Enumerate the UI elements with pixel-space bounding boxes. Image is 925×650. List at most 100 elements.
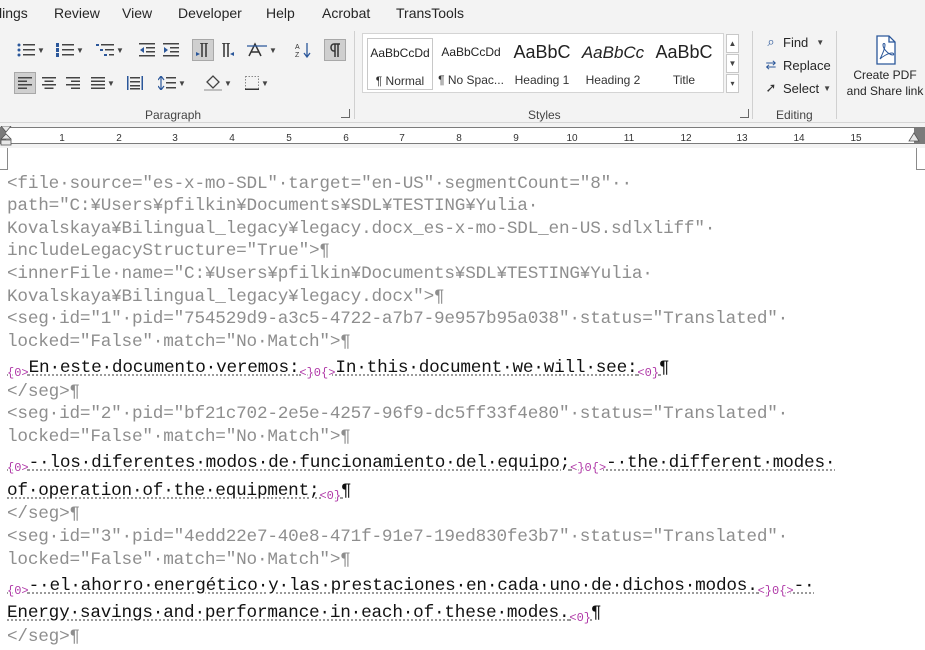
indent-marker-icon[interactable] xyxy=(0,126,12,146)
create-pdf-button[interactable]: Create PDF and Share link xyxy=(842,35,925,101)
align-right-button[interactable] xyxy=(62,72,84,94)
ruler-number: 9 xyxy=(513,133,519,144)
doc-line: locked="False"·match="No·Match">¶ xyxy=(7,550,351,570)
style-name: ¶ No Spac... xyxy=(438,73,504,87)
select-button[interactable]: ➚ Select ▼ xyxy=(762,78,832,98)
chevron-down-icon: ▼ xyxy=(116,45,124,55)
tag-mid: <}0{> xyxy=(299,366,336,380)
create-pdf-label-2: and Share link xyxy=(846,84,924,98)
paragraph-group-label: Paragraph xyxy=(145,108,202,122)
paragraph-dialog-launcher-icon[interactable] xyxy=(341,109,350,118)
borders-button[interactable]: ▼ xyxy=(240,72,274,94)
decrease-indent-button[interactable] xyxy=(136,39,158,61)
tab-review[interactable]: Review xyxy=(54,5,100,21)
replace-button[interactable]: ⇄ Replace xyxy=(762,55,831,75)
ruler-number: 4 xyxy=(229,133,235,144)
tab-mailings[interactable]: lings xyxy=(0,5,28,21)
shading-button[interactable]: ▼ xyxy=(200,72,236,94)
doc-line: </seg>¶ xyxy=(7,382,80,402)
tab-help[interactable]: Help xyxy=(266,5,295,21)
line-spacing-icon xyxy=(158,76,177,90)
ruler-number: 3 xyxy=(172,133,178,144)
chevron-down-icon: ▼ xyxy=(269,45,277,55)
style-preview: AaBbCc xyxy=(581,43,645,62)
align-left-button[interactable] xyxy=(14,72,36,94)
chevron-down-icon: ▼ xyxy=(76,45,84,55)
segment-text-line: {0>-·el·ahorro·energético·y·las·prestaci… xyxy=(7,575,815,602)
tab-developer[interactable]: Developer xyxy=(178,5,242,21)
document-page[interactable]: <file·source="es-x-mo-SDL"·target="en-US… xyxy=(0,148,925,650)
tab-transtools[interactable]: TransTools xyxy=(396,5,464,21)
align-center-button[interactable] xyxy=(38,72,60,94)
ruler-number: 7 xyxy=(399,133,405,144)
style-name: ¶ Normal xyxy=(375,74,425,88)
chevron-down-icon: ▼ xyxy=(37,45,45,55)
right-indent-marker-icon[interactable] xyxy=(908,132,920,142)
increase-indent-button[interactable] xyxy=(160,39,182,61)
rtl-text-direction-button[interactable] xyxy=(216,39,238,61)
style-heading-2[interactable]: AaBbCc Heading 2 xyxy=(580,38,646,90)
doc-line: Kovalskaya¥Bilingual_legacy¥legacy.docx_… xyxy=(7,219,716,239)
style-no-spacing[interactable]: AaBbCcDd ¶ No Spac... xyxy=(438,38,504,90)
segment-source: En·este·documento·veremos: xyxy=(28,358,300,378)
find-button[interactable]: ⌕ Find ▼ xyxy=(762,32,824,52)
ruler-number: 10 xyxy=(566,133,578,144)
ltr-direction-icon xyxy=(196,43,208,57)
svg-text:Z: Z xyxy=(295,52,300,58)
styles-dialog-launcher-icon[interactable] xyxy=(740,109,749,118)
justify-button[interactable]: ▼ xyxy=(86,72,120,94)
ruler-number: 5 xyxy=(286,133,292,144)
tab-acrobat[interactable]: Acrobat xyxy=(322,5,370,21)
style-heading-1[interactable]: AaBbC Heading 1 xyxy=(509,38,575,90)
acrobat-pdf-icon xyxy=(876,35,896,65)
chevron-down-icon: ▼ xyxy=(224,78,232,88)
gallery-scroll-up-icon[interactable]: ▲ xyxy=(726,34,739,53)
ruler-number: 2 xyxy=(116,133,122,144)
columns-button[interactable] xyxy=(124,72,146,94)
show-hide-marks-button[interactable] xyxy=(324,39,346,61)
sort-button[interactable]: AZ xyxy=(292,39,314,61)
replace-icon: ⇄ xyxy=(765,57,777,72)
doc-line: <file·source="es-x-mo-SDL"·target="en-US… xyxy=(7,174,632,194)
doc-line: Kovalskaya¥Bilingual_legacy¥legacy.docx"… xyxy=(7,287,445,307)
style-name: Title xyxy=(672,73,696,87)
align-center-icon xyxy=(42,77,56,89)
ruler-number: 8 xyxy=(456,133,462,144)
align-left-icon xyxy=(18,77,32,89)
horizontal-ruler[interactable]: 1 2 3 4 5 6 7 8 9 10 11 12 13 14 15 xyxy=(0,123,925,148)
style-normal[interactable]: AaBbCcDd ¶ Normal xyxy=(367,38,433,90)
gallery-scroll-down-icon[interactable]: ▼ xyxy=(726,54,739,73)
doc-line: <seg·id="2"·pid="bf21c702-2e5e-4257-96f9… xyxy=(7,404,789,424)
gallery-more-icon[interactable]: ▾ xyxy=(726,74,739,93)
ruler-number: 15 xyxy=(850,133,862,144)
doc-line: locked="False"·match="No·Match">¶ xyxy=(7,427,351,447)
tag-close: <0} xyxy=(319,489,342,503)
numbering-button[interactable]: ▼ xyxy=(52,39,88,61)
numbering-icon xyxy=(56,43,75,57)
chevron-down-icon: ▼ xyxy=(107,78,115,88)
increase-indent-icon xyxy=(163,43,179,57)
multilevel-list-button[interactable]: ▼ xyxy=(92,39,128,61)
tab-view[interactable]: View xyxy=(122,5,152,21)
segment-target-continued: of·operation·of·the·equipment; xyxy=(7,481,320,501)
style-preview: AaBbCcDd xyxy=(370,46,430,60)
paint-bucket-icon xyxy=(204,75,223,91)
rtl-direction-icon xyxy=(222,43,234,57)
ltr-text-direction-button[interactable] xyxy=(192,39,214,61)
style-title[interactable]: AaBbC Title xyxy=(651,38,717,90)
segment-text-line: {0>En·este·documento·veremos:<}0{>In·thi… xyxy=(7,357,670,384)
bullets-button[interactable]: ▼ xyxy=(14,39,48,61)
asian-layout-button[interactable]: ▼ xyxy=(244,39,280,61)
line-spacing-button[interactable]: ▼ xyxy=(154,72,190,94)
style-preview: AaBbC xyxy=(513,42,571,62)
find-label: Find xyxy=(783,34,809,50)
segment-source: -·el·ahorro·energético·y·las·prestacione… xyxy=(28,576,758,596)
doc-line: <seg·id="3"·pid="4edd22e7-40e8-471f-91e7… xyxy=(7,527,789,547)
ruler-number: 6 xyxy=(343,133,349,144)
chevron-down-icon: ▼ xyxy=(816,37,825,47)
ruler-number: 12 xyxy=(680,133,692,144)
style-name: Heading 2 xyxy=(585,73,641,87)
columns-icon xyxy=(127,76,143,90)
tag-open: {0> xyxy=(7,461,29,475)
group-divider xyxy=(836,31,837,119)
